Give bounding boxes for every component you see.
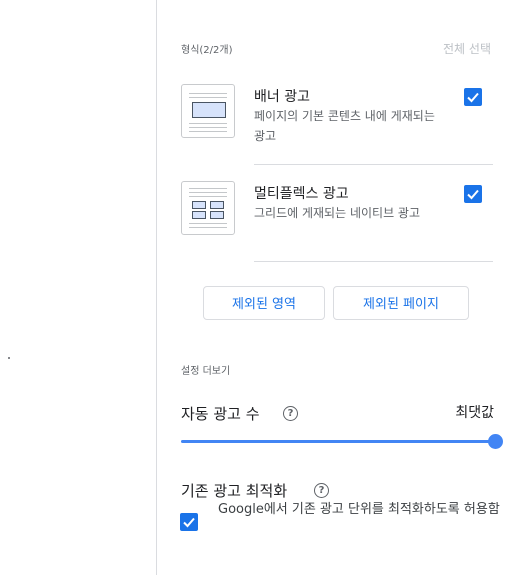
banner-ad-icon xyxy=(181,84,235,138)
excluded-areas-button[interactable]: 제외된 영역 xyxy=(203,286,325,320)
format-count-title: 형식(2/2개) xyxy=(181,45,233,56)
left-pane xyxy=(0,0,157,575)
settings-panel: 형식(2/2개) 전체 선택 배너 광고 페이지의 기본 콘텐츠 내에 게재되는… xyxy=(157,0,512,575)
format-item-description: 그리드에 게재되는 네이티브 광고 xyxy=(254,206,421,220)
excluded-pages-button[interactable]: 제외된 페이지 xyxy=(333,286,469,320)
format-header: 형식(2/2개) 전체 선택 xyxy=(181,41,491,57)
check-icon xyxy=(467,92,479,103)
format-divider xyxy=(254,261,493,262)
format-item-banner[interactable]: 배너 광고 페이지의 기본 콘텐츠 내에 게재되는 광고 xyxy=(181,84,493,156)
existing-ad-optimization-description: Google에서 기존 광고 단위를 최적화하도록 허용함 xyxy=(218,502,500,517)
banner-checkbox[interactable] xyxy=(464,88,482,106)
multiplex-checkbox[interactable] xyxy=(464,185,482,203)
more-settings-header: 설정 더보기 xyxy=(181,366,231,377)
check-icon xyxy=(183,517,195,528)
format-item-description: 페이지의 기본 콘텐츠 내에 게재되는 광고 xyxy=(254,109,435,143)
format-item-title: 멀티플렉스 광고 xyxy=(254,186,349,202)
existing-ad-optimization-label: 기존 광고 최적화 xyxy=(181,482,288,500)
format-divider xyxy=(254,164,493,165)
slider-value-label: 최댓값 xyxy=(455,405,494,421)
multiplex-ad-icon xyxy=(181,181,235,235)
stray-dot xyxy=(8,357,10,359)
existing-ad-optimization-checkbox[interactable] xyxy=(180,513,198,531)
auto-ad-count-label: 자동 광고 수 xyxy=(181,405,260,423)
help-icon[interactable]: ? xyxy=(314,483,329,498)
check-icon xyxy=(467,189,479,200)
help-icon[interactable]: ? xyxy=(283,406,298,421)
format-item-title: 배너 광고 xyxy=(254,89,310,105)
select-all-link[interactable]: 전체 선택 xyxy=(443,40,491,57)
ad-count-slider-track[interactable] xyxy=(181,440,497,443)
ad-count-slider-thumb[interactable] xyxy=(488,434,503,449)
format-item-multiplex[interactable]: 멀티플렉스 광고 그리드에 게재되는 네이티브 광고 xyxy=(181,181,493,253)
